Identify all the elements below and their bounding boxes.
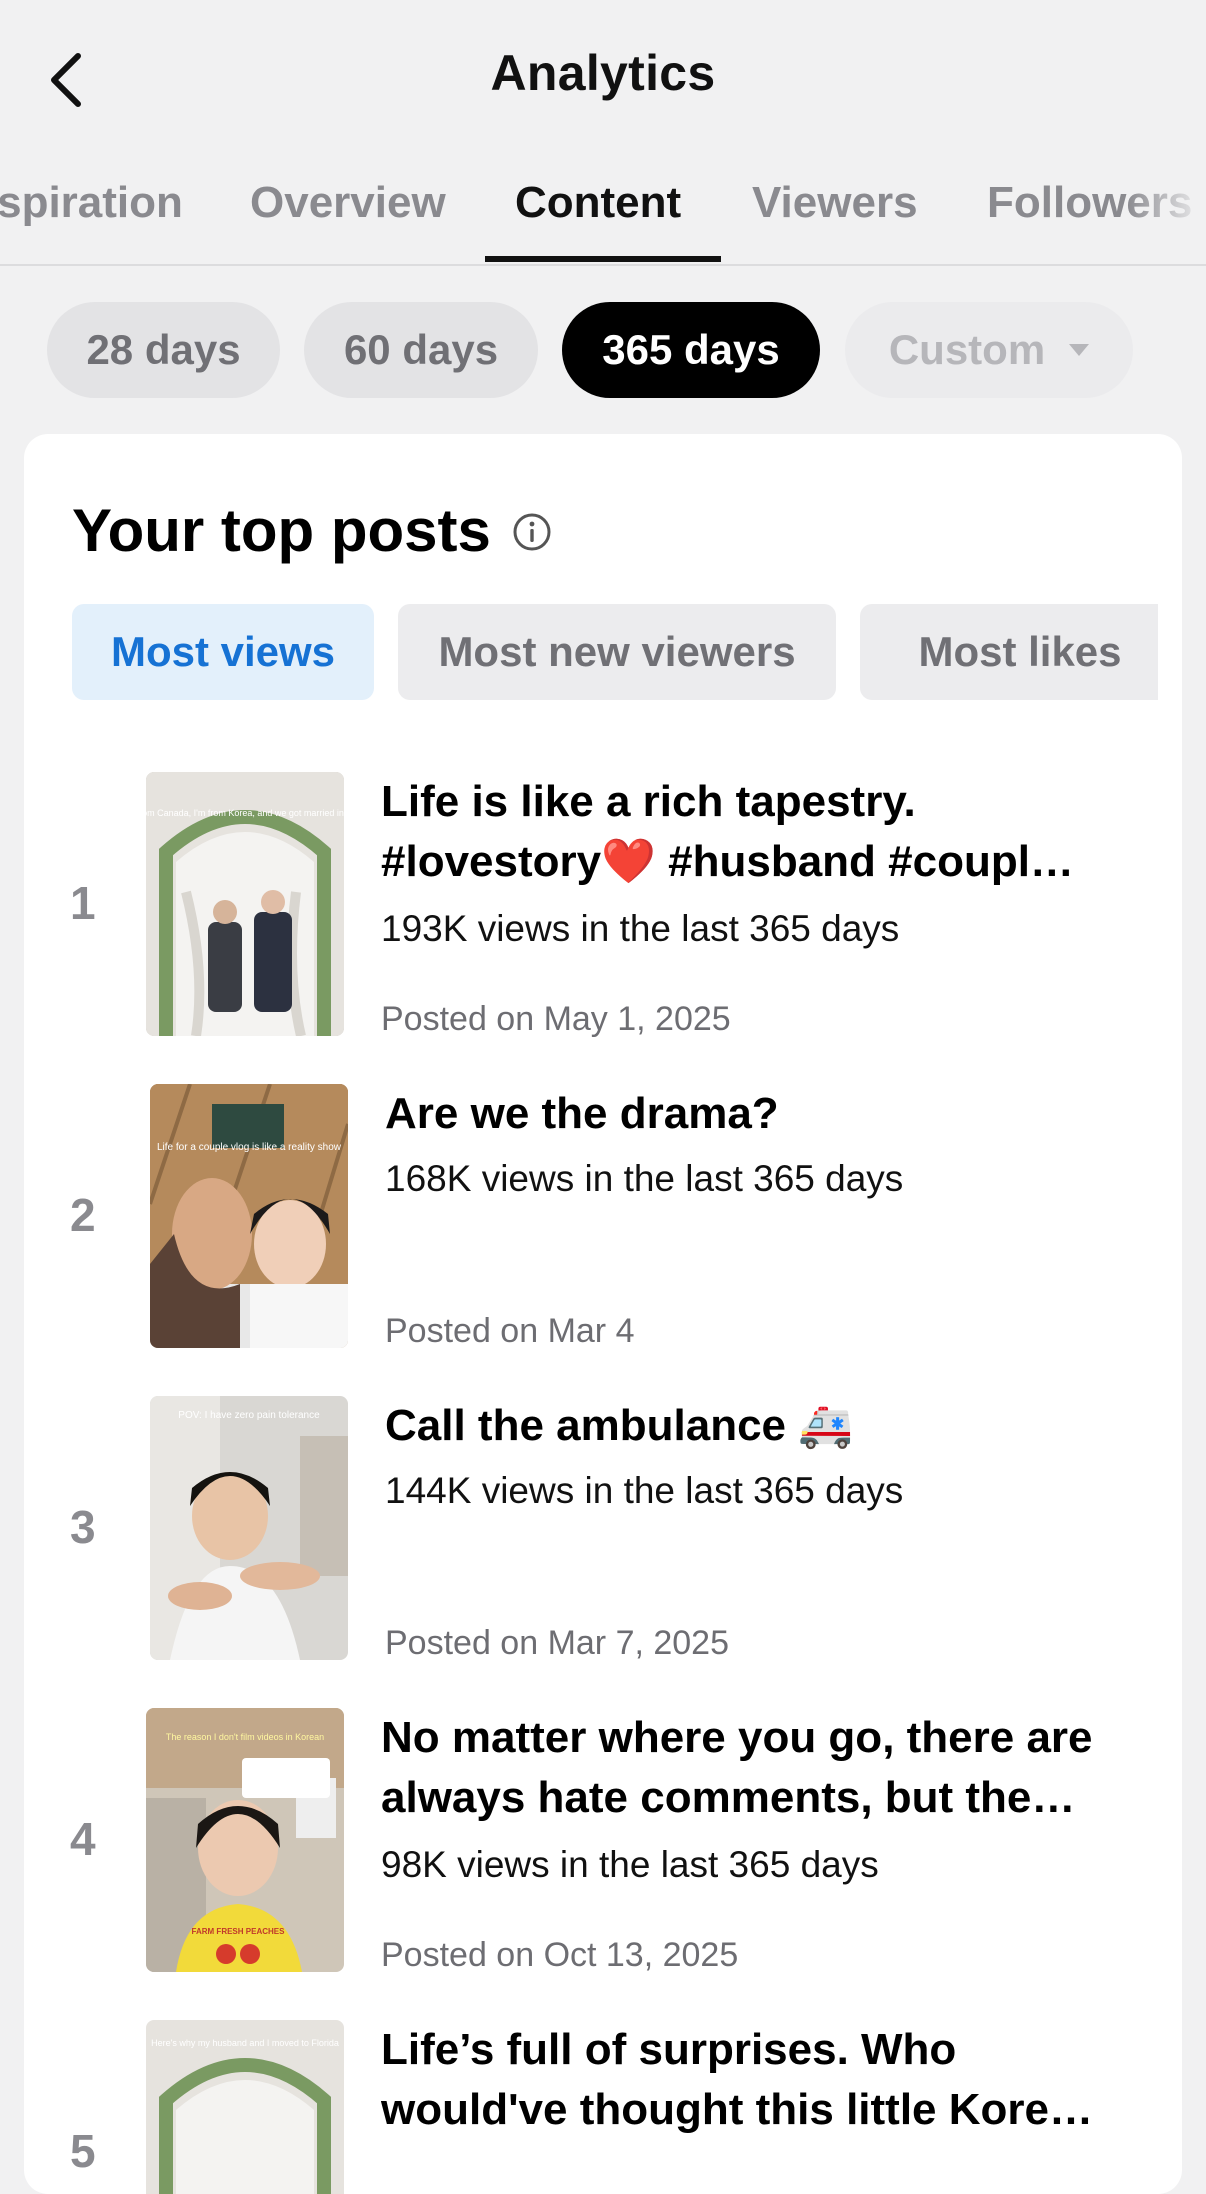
post-views: 168K views in the last 365 days xyxy=(385,1158,904,1199)
post-date: Posted on Mar 7, 2025 xyxy=(385,1624,730,1662)
couple-kiss-image: Life for a couple vlog is like a reality… xyxy=(150,1084,348,1348)
post-rank: 2 xyxy=(70,1189,96,1241)
range-28-days-button[interactable]: 28 days xyxy=(47,302,280,398)
tab-overview[interactable]: Overview xyxy=(250,178,446,228)
info-circle-icon[interactable] xyxy=(512,512,552,552)
post-rank: 3 xyxy=(70,1501,96,1553)
post-title-line2: would've thought this little Kore… xyxy=(381,2085,1093,2134)
active-tab-indicator xyxy=(485,256,721,262)
post-thumbnail: Here's why my husband and I moved to Flo… xyxy=(146,2020,344,2194)
post-title-line1: No matter where you go, there are xyxy=(381,1713,1093,1762)
range-60-days-button[interactable]: 60 days xyxy=(304,302,538,398)
post-views: 98K views in the last 365 days xyxy=(381,1844,879,1885)
tab-viewers[interactable]: Viewers xyxy=(752,178,918,228)
post-item[interactable]: 1 He is from Canada, I'm from Korea, and… xyxy=(24,772,1182,1042)
post-date: Posted on Mar 4 xyxy=(385,1312,635,1350)
wedding-arch-image: Here's why my husband and I moved to Flo… xyxy=(146,2020,344,2194)
app-header: Analytics xyxy=(0,0,1206,160)
wedding-arch-image: He is from Canada, I'm from Korea, and w… xyxy=(146,772,344,1036)
top-posts-title: Your top posts xyxy=(72,497,491,564)
thumbnail-caption: Here's why my husband and I moved to Flo… xyxy=(151,2038,339,2048)
shirt-text: FARM FRESH PEACHES xyxy=(192,1927,286,1936)
pain-tolerance-image: POV: I have zero pain tolerance xyxy=(150,1396,348,1660)
post-title-line1: Life is like a rich tapestry. xyxy=(381,777,916,826)
post-title: Are we the drama? xyxy=(385,1084,1145,1144)
post-thumbnail: FARM FRESH PEACHES The reason I don't fi… xyxy=(146,1708,344,1972)
post-title-line1: Life’s full of surprises. Who xyxy=(381,2025,957,2074)
post-date: Posted on May 1, 2025 xyxy=(381,1000,731,1038)
post-title: Call the ambulance 🚑 xyxy=(385,1396,1145,1456)
range-custom-label: Custom xyxy=(888,326,1046,373)
filter-most-likes[interactable]: Most likes xyxy=(860,604,1158,700)
post-thumbnail: POV: I have zero pain tolerance xyxy=(150,1396,348,1660)
post-title-line2: always hate comments, but the… xyxy=(381,1773,1076,1822)
tabs-fade-overlay xyxy=(1126,160,1206,262)
top-posts-card: Your top posts Most views Most new viewe… xyxy=(24,434,1182,2194)
post-rank: 4 xyxy=(70,1813,96,1865)
filter-most-views[interactable]: Most views xyxy=(72,604,374,700)
post-item[interactable]: 5 Here's why my husband and I moved to F… xyxy=(24,2020,1182,2194)
thumbnail-caption: The reason I don't film videos in Korean xyxy=(166,1732,324,1742)
post-item[interactable]: 3 POV: I have zero pain tolerance Call t… xyxy=(24,1396,1182,1666)
post-title-line1: Call the ambulance 🚑 xyxy=(385,1401,854,1450)
post-views: 144K views in the last 365 days xyxy=(385,1470,904,1511)
post-thumbnail: Life for a couple vlog is like a reality… xyxy=(150,1084,348,1348)
post-item[interactable]: 2 Life for a couple vlog is like a reali… xyxy=(24,1084,1182,1354)
range-365-days-button[interactable]: 365 days xyxy=(562,302,820,398)
page-title: Analytics xyxy=(490,45,716,101)
caret-down-icon xyxy=(1069,344,1090,356)
post-item[interactable]: 4 FARM FRESH PEACHES The reason I don't … xyxy=(24,1708,1182,1978)
post-rank: 1 xyxy=(70,877,96,929)
post-title: Life is like a rich tapestry. #lovestory… xyxy=(381,772,1141,892)
post-title-line1: Are we the drama? xyxy=(385,1089,779,1138)
post-title-line2: #lovestory❤️ #husband #coupl… xyxy=(381,837,1074,886)
post-title: Life’s full of surprises. Who would've t… xyxy=(381,2020,1141,2140)
post-thumbnail: He is from Canada, I'm from Korea, and w… xyxy=(146,772,344,1036)
post-title: No matter where you go, there are always… xyxy=(381,1708,1141,1828)
farm-fresh-peaches-image: FARM FRESH PEACHES The reason I don't fi… xyxy=(146,1708,344,1972)
post-rank: 5 xyxy=(70,2125,96,2177)
range-custom-dropdown[interactable]: Custom xyxy=(845,302,1133,398)
thumbnail-caption: He is from Canada, I'm from Korea, and w… xyxy=(146,808,344,818)
filter-most-new-viewers[interactable]: Most new viewers xyxy=(398,604,836,700)
analytics-tabs: Inspiration Overview Content Viewers Fol… xyxy=(0,160,1206,266)
post-views: 193K views in the last 365 days xyxy=(381,908,900,949)
tab-inspiration[interactable]: Inspiration xyxy=(0,178,183,228)
tab-content[interactable]: Content xyxy=(515,178,681,228)
top-posts-filters: Most views Most new viewers Most likes xyxy=(72,604,1158,700)
thumbnail-caption: Life for a couple vlog is like a reality… xyxy=(157,1142,342,1153)
thumbnail-caption: POV: I have zero pain tolerance xyxy=(178,1410,320,1421)
post-date: Posted on Oct 13, 2025 xyxy=(381,1936,739,1974)
